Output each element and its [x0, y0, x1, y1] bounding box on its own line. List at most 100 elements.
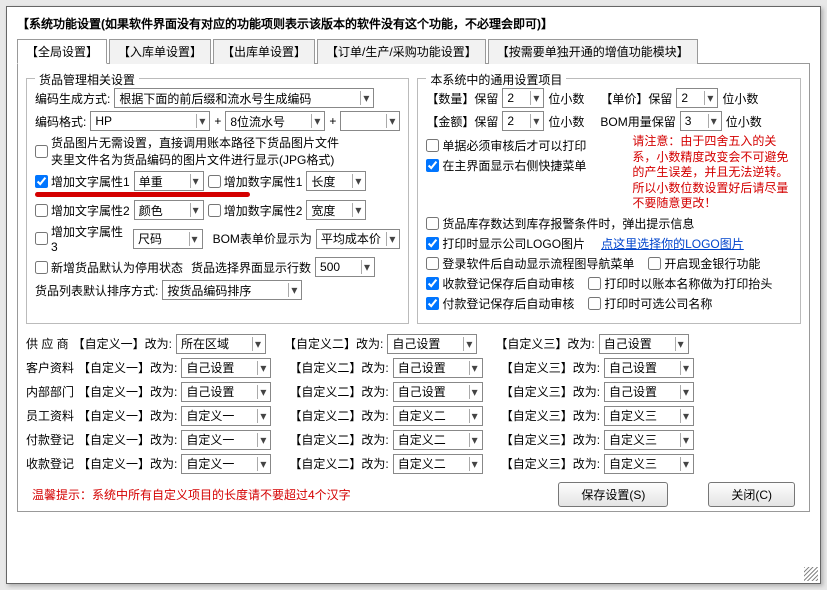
close-button[interactable]: 关闭(C) [708, 482, 795, 507]
custom-c2-select[interactable]: 自定义二▾ [393, 454, 483, 474]
enc-fmt-label: 编码格式: [35, 113, 86, 130]
sort-label: 货品列表默认排序方式: [35, 282, 158, 299]
chk-shortcut[interactable]: 在主界面显示右侧快捷菜单 [426, 157, 586, 174]
custom-c2-select[interactable]: 自己设置▾ [393, 358, 483, 378]
custom-c1-select[interactable]: 自己设置▾ [181, 382, 271, 402]
custom-c3-select[interactable]: 自定义三▾ [604, 406, 694, 426]
custom-c3-select[interactable]: 自己设置▾ [599, 334, 689, 354]
custom-row-label: 供 应 商 [26, 335, 69, 352]
custom-c1-label: 【自定义一】改为: [78, 383, 177, 400]
chk-cash-bank[interactable]: 开启现金银行功能 [648, 255, 760, 272]
custom-row: 供 应 商【自定义一】改为:所在区域▾【自定义二】改为:自己设置▾【自定义三】改… [26, 334, 801, 354]
custom-row-label: 付款登记 [26, 431, 74, 448]
chk-print-company[interactable]: 打印时可选公司名称 [588, 295, 712, 312]
price-select[interactable]: 2▾ [676, 88, 718, 108]
bomqty-select[interactable]: 3▾ [680, 111, 722, 131]
tab-panel: 货品管理相关设置 编码生成方式: 根据下面的前后缀和流水号生成编码▾ 编码格式:… [17, 64, 810, 512]
custom-c1-select[interactable]: 自定义一▾ [181, 406, 271, 426]
custom-c3-select[interactable]: 自定义三▾ [604, 454, 694, 474]
chk-img-note[interactable]: 货品图片无需设置，直接调用账本路径下货品图片文件 夹里文件名为货品编码的图片文件… [35, 134, 339, 168]
custom-c2-label: 【自定义二】改为: [289, 359, 388, 376]
custom-c3-label: 【自定义三】改为: [495, 335, 594, 352]
custom-c3-select[interactable]: 自己设置▾ [604, 358, 694, 378]
custom-c1-label: 【自定义一】改为: [78, 407, 177, 424]
attr1-select[interactable]: 单重▾ [134, 171, 204, 191]
save-button[interactable]: 保存设置(S) [558, 482, 668, 507]
chk-print-head[interactable]: 打印时以账本名称做为打印抬头 [588, 275, 772, 292]
bomqty-label: BOM用量保留 [600, 113, 675, 130]
custom-c2-label: 【自定义二】改为: [289, 431, 388, 448]
chk-attr1[interactable]: 增加文字属性1 [35, 173, 130, 190]
decimal-warning: 请注意：由于四舍五入的关系，小数精度改变会不可避免的产生误差，并且无法逆转。所以… [632, 134, 792, 212]
custom-c2-select[interactable]: 自己设置▾ [387, 334, 477, 354]
tab-outbound[interactable]: 【出库单设置】 [213, 39, 315, 64]
highlight-underline [35, 192, 250, 197]
amt-select[interactable]: 2▾ [502, 111, 544, 131]
custom-c3-label: 【自定义三】改为: [501, 383, 600, 400]
custom-c1-label: 【自定义一】改为: [78, 431, 177, 448]
custom-c3-select[interactable]: 自定义三▾ [604, 430, 694, 450]
chk-audit[interactable]: 单据必须审核后才可以打印 [426, 137, 586, 154]
enc-fmt-b[interactable]: 8位流水号▾ [225, 111, 325, 131]
custom-c2-label: 【自定义二】改为: [289, 383, 388, 400]
custom-row: 员工资料【自定义一】改为:自定义一▾ 【自定义二】改为: 自定义二▾ 【自定义三】改为… [26, 406, 801, 426]
chk-login-nav[interactable]: 登录软件后自动显示流程图导航菜单 [426, 255, 634, 272]
enc-gen-label: 编码生成方式: [35, 90, 110, 107]
list-rows-label: 货品选择界面显示行数 [191, 259, 311, 276]
enc-gen-select[interactable]: 根据下面的前后缀和流水号生成编码▾ [114, 88, 374, 108]
tab-addon[interactable]: 【按需要单独开通的增值功能模块】 [488, 39, 698, 64]
enc-fmt-c[interactable]: ▾ [340, 111, 400, 131]
custom-c3-label: 【自定义三】改为: [501, 407, 600, 424]
attr3-select[interactable]: 尺码▾ [133, 229, 203, 249]
enc-fmt-a[interactable]: HP▾ [90, 111, 210, 131]
custom-c1-label: 【自定义一】改为: [78, 359, 177, 376]
chk-attr2[interactable]: 增加文字属性2 [35, 202, 130, 219]
list-rows-select[interactable]: 500▾ [315, 257, 375, 277]
custom-c1-select[interactable]: 所在区域▾ [176, 334, 266, 354]
custom-c2-label: 【自定义二】改为: [289, 407, 388, 424]
custom-c1-select[interactable]: 自定义一▾ [181, 454, 271, 474]
custom-c2-select[interactable]: 自定义二▾ [393, 430, 483, 450]
custom-row-label: 内部部门 [26, 383, 74, 400]
custom-c1-select[interactable]: 自定义一▾ [181, 430, 271, 450]
qty-label: 【数量】保留 [426, 90, 498, 107]
group-goods: 货品管理相关设置 编码生成方式: 根据下面的前后缀和流水号生成编码▾ 编码格式:… [26, 78, 409, 324]
custom-c2-select[interactable]: 自己设置▾ [393, 382, 483, 402]
chk-logo[interactable]: 打印时显示公司LOGO图片 [426, 235, 585, 252]
custom-c1-select[interactable]: 自己设置▾ [181, 358, 271, 378]
custom-c3-label: 【自定义三】改为: [501, 455, 600, 472]
custom-row-label: 客户资料 [26, 359, 74, 376]
group-common-legend: 本系统中的通用设置项目 [426, 71, 566, 88]
resize-grip-icon[interactable] [804, 567, 818, 581]
group-common: 本系统中的通用设置项目 【数量】保留 2▾ 位小数 【单价】保留 2▾ 位小数 … [417, 78, 801, 324]
bom-price-select[interactable]: 平均成本价▾ [316, 229, 400, 249]
price-label: 【单价】保留 [600, 90, 672, 107]
numattr1-select[interactable]: 长度▾ [306, 171, 366, 191]
custom-c3-label: 【自定义三】改为: [501, 431, 600, 448]
tab-inbound[interactable]: 【入库单设置】 [109, 39, 211, 64]
custom-row-label: 收款登记 [26, 455, 74, 472]
settings-window: 【系统功能设置(如果软件界面没有对应的功能项则表示该版本的软件没有这个功能，不必… [6, 6, 821, 584]
chk-new-stop[interactable]: 新增货品默认为停用状态 [35, 259, 183, 276]
tab-order[interactable]: 【订单/生产/采购功能设置】 [317, 39, 486, 64]
custom-row-label: 员工资料 [26, 407, 74, 424]
custom-c1-label: 【自定义一】改为: [78, 455, 177, 472]
chk-recv-audit[interactable]: 收款登记保存后自动审核 [426, 275, 574, 292]
custom-row: 客户资料【自定义一】改为:自己设置▾【自定义二】改为:自己设置▾【自定义三】改为… [26, 358, 801, 378]
chk-numattr2[interactable]: 增加数字属性2 [208, 202, 303, 219]
qty-select[interactable]: 2▾ [502, 88, 544, 108]
tab-global[interactable]: 【全局设置】 [17, 39, 107, 64]
custom-c3-select[interactable]: 自己设置▾ [604, 382, 694, 402]
chk-numattr1[interactable]: 增加数字属性1 [208, 173, 303, 190]
custom-c2-select[interactable]: 自定义二▾ [393, 406, 483, 426]
numattr2-select[interactable]: 宽度▾ [306, 200, 366, 220]
attr2-select[interactable]: 颜色▾ [134, 200, 204, 220]
logo-link[interactable]: 点这里选择你的LOGO图片 [601, 235, 744, 252]
chk-attr3[interactable]: 增加文字属性3 [35, 223, 129, 254]
custom-row: 收款登记【自定义一】改为:自定义一▾ 【自定义二】改为: 自定义二▾ 【自定义三】改为… [26, 454, 801, 474]
custom-c2-label: 【自定义二】改为: [284, 335, 383, 352]
chk-pay-audit[interactable]: 付款登记保存后自动审核 [426, 295, 574, 312]
custom-c2-label: 【自定义二】改为: [289, 455, 388, 472]
chk-stock-alert[interactable]: 货品库存数达到库存报警条件时，弹出提示信息 [426, 215, 694, 232]
sort-select[interactable]: 按货品编码排序▾ [162, 280, 302, 300]
